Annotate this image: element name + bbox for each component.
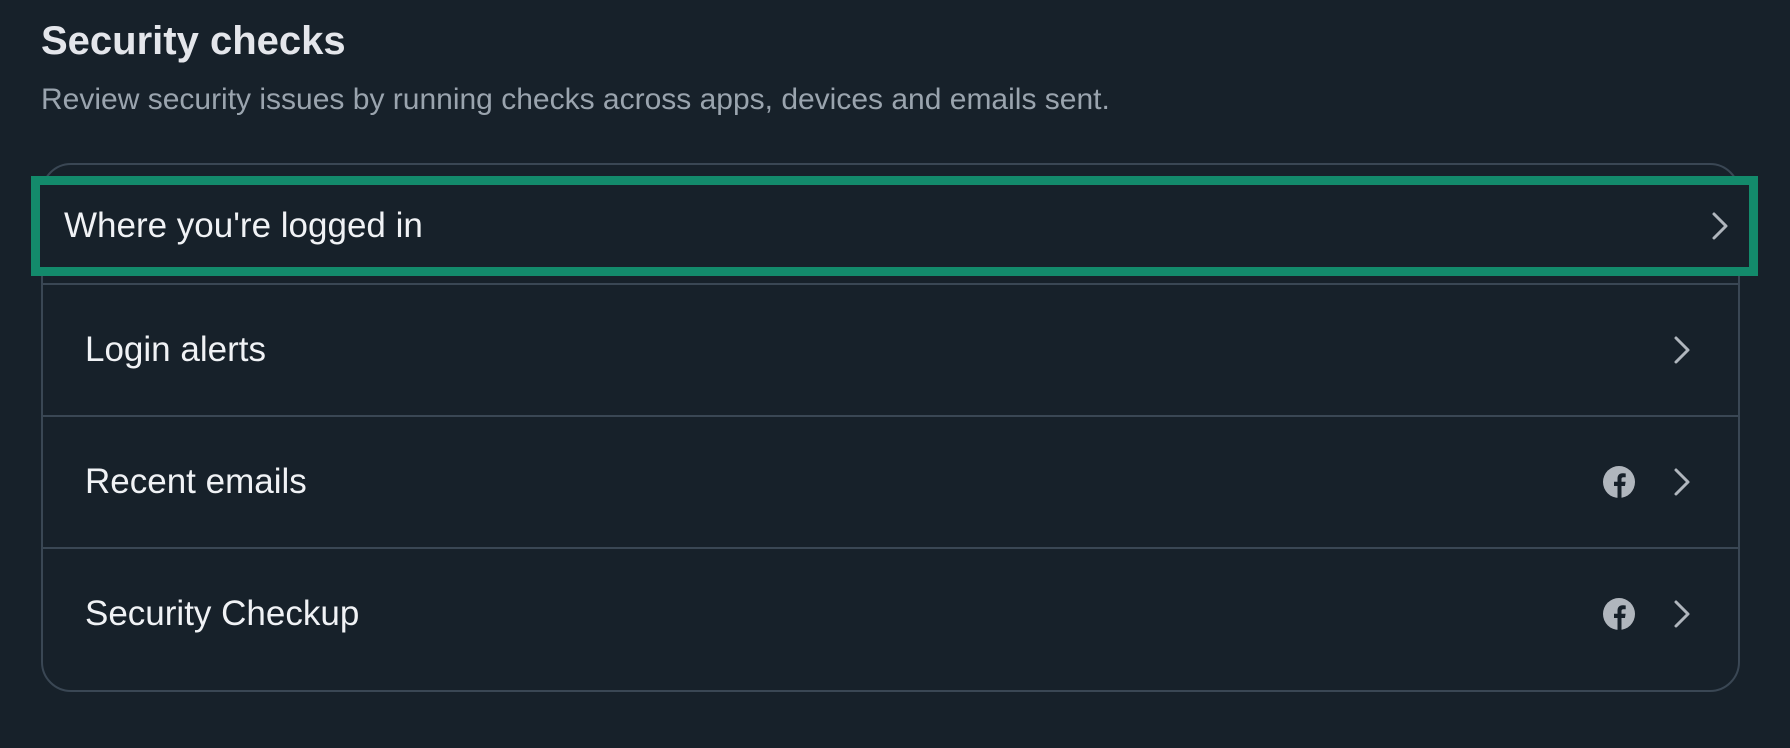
list-item-security-checkup[interactable]: Security Checkup bbox=[43, 547, 1738, 678]
facebook-icon bbox=[1602, 597, 1636, 631]
list-item-label: Where you're logged in bbox=[64, 206, 423, 245]
section-title: Security checks bbox=[41, 19, 346, 63]
list-item-where-logged-in[interactable]: Where you're logged in bbox=[31, 176, 1758, 276]
facebook-icon bbox=[1602, 465, 1636, 499]
list-item-login-alerts[interactable]: Login alerts bbox=[43, 283, 1738, 414]
list-item-recent-emails[interactable]: Recent emails bbox=[43, 415, 1738, 546]
chevron-right-icon bbox=[1672, 466, 1692, 498]
chevron-right-icon bbox=[1672, 598, 1692, 630]
chevron-right-icon bbox=[1672, 334, 1692, 366]
list-item-label: Login alerts bbox=[85, 329, 266, 369]
list-item-label: Security Checkup bbox=[85, 593, 360, 633]
section-subtitle: Review security issues by running checks… bbox=[41, 83, 1110, 116]
list-item-label: Recent emails bbox=[85, 461, 307, 501]
chevron-right-icon bbox=[1710, 210, 1730, 242]
